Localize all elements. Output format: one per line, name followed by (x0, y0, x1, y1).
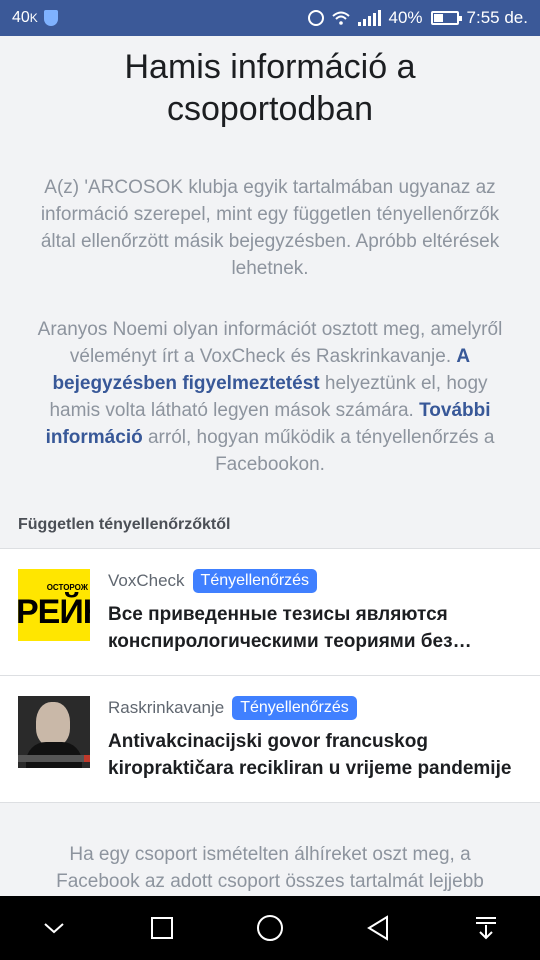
chevron-down-icon[interactable] (34, 908, 74, 948)
source-line: VoxCheck Tényellenőrzés (108, 569, 522, 593)
page-title: Hamis információ a csoportodban (124, 48, 416, 128)
details-text-3: arról, hogyan működik a tényellenőrzés a… (142, 427, 495, 475)
item-meta: VoxCheck Tényellenőrzés Все приведенные … (108, 569, 522, 655)
source-name: Raskrinkavanje (108, 698, 225, 717)
voxcheck-thumbnail: ОСТОРОЖ РЕЙКИ (18, 569, 90, 641)
alarm-icon (307, 10, 324, 26)
signal-icon (357, 10, 381, 26)
status-left: 40K (12, 9, 58, 27)
item-headline: Все приведенные тезисы являются конспиро… (108, 604, 453, 652)
fact-check-list: ОСТОРОЖ РЕЙКИ VoxCheck Tényellenőrzés Вс… (0, 548, 540, 803)
fact-check-badge: Tényellenőrzés (232, 696, 357, 720)
group-warning-paragraph: Ha egy csoport ismételten álhíreket oszt… (56, 844, 484, 892)
circle-icon[interactable] (250, 908, 290, 948)
battery-icon (430, 11, 462, 25)
thumb-big-text: РЕЙКИ (18, 593, 90, 631)
source-name: VoxCheck (108, 571, 185, 590)
intro-paragraph: A(z) 'ARCOSOK klubja egyik tartalmában u… (40, 177, 500, 279)
item-meta: Raskrinkavanje Tényellenőrzés Antivakcin… (108, 696, 522, 782)
item-headline: Antivakcinacijski govor francuskog kirop… (108, 731, 512, 779)
status-bar: 40K 40% 7:55 de. (0, 0, 540, 36)
fact-check-badge: Tényellenőrzés (192, 569, 318, 593)
source-line: Raskrinkavanje Tényellenőrzés (108, 696, 522, 720)
back-triangle-icon[interactable] (358, 908, 398, 948)
system-nav-bar (0, 896, 540, 960)
square-icon[interactable] (142, 908, 182, 948)
status-time: 7:55 de. (466, 8, 528, 27)
shield-icon (43, 10, 58, 26)
fact-check-item-voxcheck[interactable]: ОСТОРОЖ РЕЙКИ VoxCheck Tényellenőrzés Вс… (0, 549, 540, 676)
wifi-icon (331, 11, 350, 25)
main-content[interactable]: Hamis információ a csoportodban A(z) 'AR… (0, 36, 540, 896)
raskrinkavanje-thumbnail (18, 696, 90, 768)
status-right: 40% 7:55 de. (307, 8, 528, 28)
notification-shade-icon[interactable] (466, 908, 506, 948)
status-left-text: 40K (12, 9, 38, 26)
section-header: Független tényellenőrzőktől (18, 516, 231, 533)
thumb-small-text: ОСТОРОЖ (46, 583, 88, 592)
details-paragraph: Aranyos Noemi olyan információt osztott … (0, 316, 540, 478)
fact-check-item-raskrinkavanje[interactable]: Raskrinkavanje Tényellenőrzés Antivakcin… (0, 676, 540, 802)
details-text-1: Aranyos Noemi olyan információt osztott … (37, 319, 503, 367)
battery-percent: 40% (388, 8, 423, 27)
